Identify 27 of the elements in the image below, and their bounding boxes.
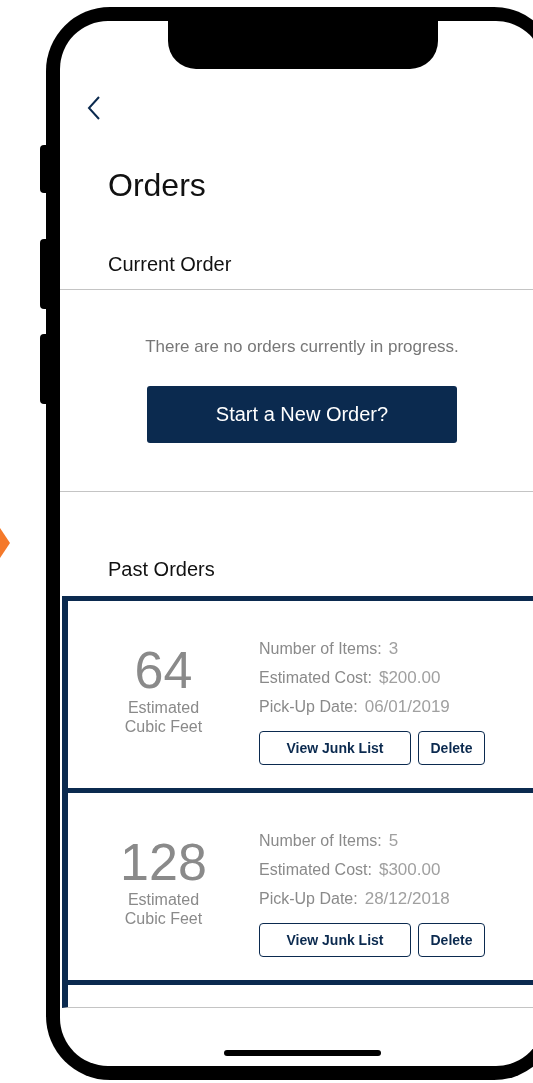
volume-label: Estimated Cubic Feet	[123, 698, 204, 736]
volume-number: 64	[134, 644, 193, 696]
back-icon[interactable]	[87, 95, 101, 121]
field-value: $300.00	[378, 859, 441, 880]
field-label: Pick-Up Date:	[259, 697, 358, 716]
field-label: Pick-Up Date:	[259, 889, 358, 908]
start-order-button[interactable]: Start a New Order?	[147, 386, 457, 443]
field-value: 06/01/2019	[364, 696, 450, 717]
pointer-arrow-icon	[0, 528, 10, 558]
delete-button[interactable]: Delete	[418, 731, 485, 765]
empty-message: There are no orders currently in progress.	[144, 336, 460, 358]
field-value: $200.00	[378, 667, 441, 688]
page-title: Orders	[108, 166, 207, 204]
view-list-button[interactable]: View Junk List	[259, 731, 411, 765]
volume-label: Estimated Cubic Feet	[123, 890, 204, 928]
section-heading: Past Orders	[108, 557, 216, 582]
field-label: Number of Items:	[259, 831, 382, 850]
delete-button[interactable]: Delete	[418, 923, 485, 957]
view-list-button[interactable]: View Junk List	[259, 923, 411, 957]
field-value: 28/12/2018	[364, 888, 450, 909]
field-label: Number of Items:	[259, 639, 382, 658]
field-label: Estimated Cost:	[259, 860, 372, 879]
volume-number: 128	[120, 836, 207, 888]
field-value: 5	[388, 830, 399, 851]
field-label: Estimated Cost:	[259, 668, 372, 687]
field-value: 3	[388, 638, 399, 659]
section-heading: Current Order	[108, 252, 233, 277]
